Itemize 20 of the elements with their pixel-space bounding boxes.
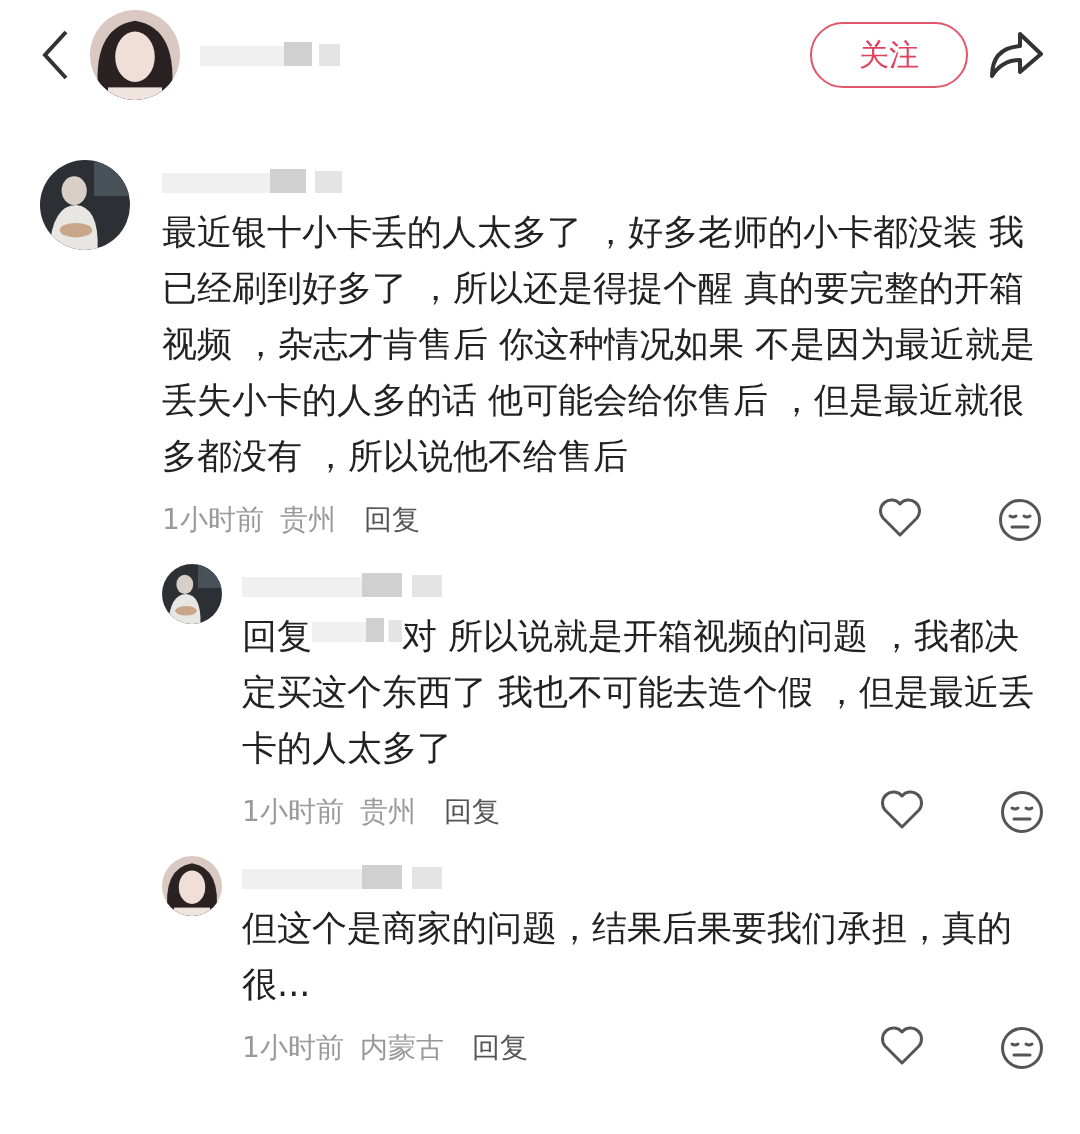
- back-icon[interactable]: [40, 29, 70, 81]
- comment-location: 内蒙古: [359, 1030, 444, 1066]
- face-icon[interactable]: [998, 498, 1042, 542]
- comment-location: 贵州: [359, 794, 416, 830]
- comment-text: 最近银十小卡丢的人太多了 ，好多老师的小卡都没装 我已经刷到好多了 ，所以还是得提个醒 真的要完整的开箱视频 ，杂志才肯售后 你这种情况如果 不是因为最近就是丢失小卡的人多的话 他可能会给你售后 ，但是最近就很多都没有 ，所以说他不给售后: [162, 211, 1037, 478]
- follow-button[interactable]: 关注: [810, 22, 968, 88]
- comment-location: 贵州: [279, 502, 336, 538]
- comment-text: 但这个是商家的问题，结果后果要我们承担，真的很...: [242, 907, 1013, 1006]
- reply-link[interactable]: 回复: [443, 793, 500, 831]
- avatar[interactable]: [162, 564, 222, 624]
- face-icon[interactable]: [1000, 790, 1044, 834]
- comment-time: 1小时前: [242, 1030, 344, 1066]
- share-icon[interactable]: [988, 30, 1044, 80]
- avatar[interactable]: [162, 856, 222, 916]
- comment-time: 1小时前: [162, 502, 264, 538]
- reply-link[interactable]: 回复: [363, 501, 420, 539]
- face-icon[interactable]: [1000, 1026, 1044, 1070]
- comment-time: 1小时前: [242, 794, 344, 830]
- reply-link[interactable]: 回复: [471, 1029, 528, 1067]
- comment-text: 回复 对 所以说就是开箱视频的问题 ，我都决定买这个东西了 我也不可能去造个假 ，但是最近丢卡的人太多了: [242, 613, 1036, 770]
